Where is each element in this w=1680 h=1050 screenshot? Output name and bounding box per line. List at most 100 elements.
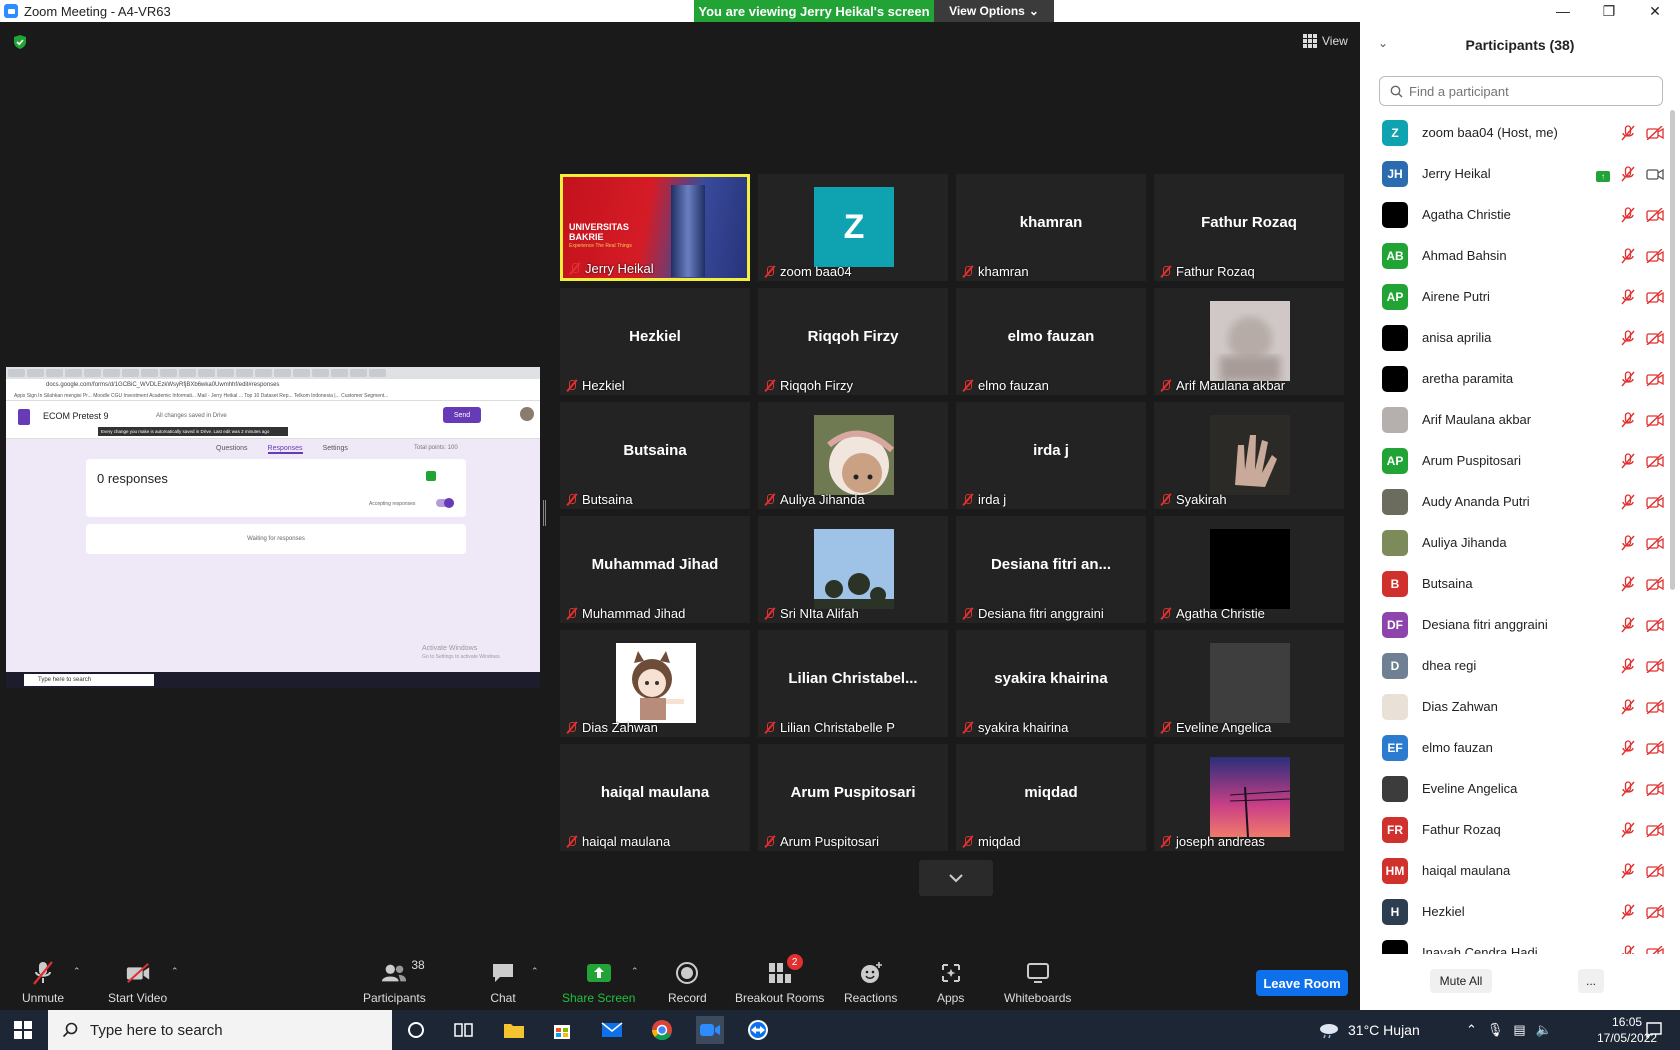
participant-video-tile[interactable]: Muhammad Jihad Muhammad Jihad (560, 516, 750, 623)
reactions-button[interactable]: Reactions (844, 960, 897, 1005)
participant-video-tile[interactable]: Fathur Rozaq Fathur Rozaq (1154, 174, 1344, 281)
participant-list-item[interactable]: B Butsaina (1360, 563, 1670, 604)
mic-muted-icon[interactable] (1620, 904, 1636, 925)
split-resize-handle[interactable] (543, 500, 546, 526)
video-off-icon[interactable] (1646, 330, 1664, 350)
participant-list-item[interactable]: aretha paramita (1360, 358, 1670, 399)
participant-video-tile[interactable]: Arum Puspitosari Arum Puspitosari (758, 744, 948, 851)
cortana-icon[interactable] (402, 1016, 430, 1044)
microsoft-store-icon[interactable] (548, 1016, 576, 1044)
find-participant-input[interactable] (1409, 83, 1649, 99)
participant-list-item[interactable]: AP Arum Puspitosari (1360, 440, 1670, 481)
participant-video-tile[interactable]: irda j irda j (956, 402, 1146, 509)
participant-list-item[interactable]: Agatha Christie (1360, 194, 1670, 235)
participant-video-tile[interactable]: Lilian Christabel... Lilian Christabelle … (758, 630, 948, 737)
participant-video-tile[interactable]: elmo fauzan elmo fauzan (956, 288, 1146, 395)
video-off-icon[interactable] (1646, 904, 1664, 924)
video-off-icon[interactable] (1646, 125, 1664, 145)
participant-video-tile[interactable]: Syakirah (1154, 402, 1344, 509)
participant-list-item[interactable]: Dias Zahwan (1360, 686, 1670, 727)
apps-button[interactable]: Apps (937, 960, 964, 1005)
video-off-icon[interactable] (1646, 371, 1664, 391)
share-screen-button[interactable]: Share Screen (562, 960, 635, 1005)
mic-muted-icon[interactable] (1620, 781, 1636, 802)
video-off-icon[interactable] (1646, 863, 1664, 883)
participant-list-item[interactable]: AB Ahmad Bahsin (1360, 235, 1670, 276)
participant-video-tile[interactable]: Desiana fitri an... Desiana fitri anggrai… (956, 516, 1146, 623)
windows-start-icon[interactable] (14, 1021, 32, 1039)
encryption-shield-icon[interactable] (12, 34, 28, 50)
participant-video-tile[interactable]: Agatha Christie (1154, 516, 1344, 623)
mic-muted-icon[interactable] (1620, 330, 1636, 351)
breakout-rooms-button[interactable]: 2 Breakout Rooms (735, 954, 824, 1005)
mic-muted-icon[interactable] (1620, 863, 1636, 884)
video-off-icon[interactable] (1646, 535, 1664, 555)
start-video-button[interactable]: Start Video (108, 960, 167, 1005)
unmute-button[interactable]: Unmute (22, 960, 64, 1005)
mic-muted-icon[interactable] (1620, 576, 1636, 597)
task-view-icon[interactable] (450, 1016, 478, 1044)
participant-video-tile[interactable]: syakira khairina syakira khairina (956, 630, 1146, 737)
chrome-icon[interactable] (648, 1016, 676, 1044)
mute-all-button[interactable]: Mute All (1430, 969, 1492, 993)
mic-muted-icon[interactable] (1620, 412, 1636, 433)
notifications-icon[interactable] (1640, 1016, 1668, 1044)
mic-muted-icon[interactable] (1620, 699, 1636, 720)
participant-list-item[interactable]: Audy Ananda Putri (1360, 481, 1670, 522)
video-off-icon[interactable] (1646, 412, 1664, 432)
share-options-caret[interactable]: ⌃ (631, 966, 639, 977)
participant-list-item[interactable]: Ddhea regi (1360, 645, 1670, 686)
view-layout-button[interactable]: View (1303, 34, 1348, 48)
video-options-caret[interactable]: ⌃ (171, 966, 179, 977)
participant-list-item[interactable]: DF Desiana fitri anggraini (1360, 604, 1670, 645)
participant-list-item[interactable]: Auliya Jihanda (1360, 522, 1670, 563)
mic-muted-icon[interactable] (1620, 822, 1636, 843)
video-off-icon[interactable] (1646, 207, 1664, 227)
record-button[interactable]: Record (668, 960, 707, 1005)
participant-list-item[interactable]: AP Airene Putri (1360, 276, 1670, 317)
mic-muted-icon[interactable] (1620, 658, 1636, 679)
more-options-button[interactable]: ... (1578, 969, 1604, 993)
mic-muted-icon[interactable] (1620, 494, 1636, 515)
video-off-icon[interactable] (1646, 699, 1664, 719)
mic-muted-icon[interactable] (1620, 371, 1636, 392)
mic-muted-icon[interactable] (1620, 617, 1636, 638)
video-off-icon[interactable] (1646, 658, 1664, 678)
microphone-icon[interactable]: 🎙 (1487, 1022, 1504, 1038)
weather-widget[interactable]: 31°C Hujan (1318, 1010, 1420, 1050)
whiteboards-button[interactable]: Whiteboards (1004, 960, 1071, 1005)
video-off-icon[interactable] (1646, 781, 1664, 801)
participant-video-tile[interactable]: joseph andreas (1154, 744, 1344, 851)
participant-video-tile[interactable]: Dias Zahwan (560, 630, 750, 737)
mail-icon[interactable] (598, 1016, 626, 1044)
video-off-icon[interactable] (1646, 494, 1664, 514)
mic-muted-icon[interactable] (1620, 207, 1636, 228)
participants-button[interactable]: 38 Participants (363, 958, 426, 1005)
find-participant-search[interactable] (1379, 76, 1663, 106)
gallery-next-page-button[interactable] (919, 860, 993, 896)
leave-room-button[interactable]: Leave Room (1256, 970, 1348, 996)
video-off-icon[interactable] (1646, 453, 1664, 473)
mic-muted-icon[interactable] (1620, 166, 1636, 187)
participant-video-tile[interactable]: Arif Maulana akbar (1154, 288, 1344, 395)
participant-list-item[interactable]: Eveline Angelica (1360, 768, 1670, 809)
minimize-button[interactable]: — (1540, 0, 1586, 22)
chevron-up-icon[interactable]: ⌃ (1466, 1022, 1477, 1038)
participant-video-tile[interactable]: haiqal maulana haiqal maulana (560, 744, 750, 851)
participant-list-item[interactable]: H Hezkiel (1360, 891, 1670, 932)
participant-video-tile[interactable]: UNIVERSITAS BAKRIE Experience The Real Th… (560, 174, 750, 281)
participant-list-item[interactable]: Zzoom baa04 (Host, me) (1360, 112, 1670, 153)
participant-list-item[interactable]: anisa aprilia (1360, 317, 1670, 358)
close-button[interactable]: ✕ (1632, 0, 1678, 22)
participant-video-tile[interactable]: Sri NIta Alifah (758, 516, 948, 623)
restore-button[interactable]: ❐ (1586, 0, 1632, 22)
participant-video-tile[interactable]: miqdad miqdad (956, 744, 1146, 851)
mic-muted-icon[interactable] (1620, 740, 1636, 761)
mic-muted-icon[interactable] (1620, 945, 1636, 954)
participant-list-item[interactable]: Inayah Cendra Hadi (1360, 932, 1670, 954)
file-explorer-icon[interactable] (500, 1016, 528, 1044)
participant-video-tile[interactable]: Hezkiel Hezkiel (560, 288, 750, 395)
taskbar-search-box[interactable]: Type here to search (48, 1010, 392, 1050)
participant-list-item[interactable]: EF elmo fauzan (1360, 727, 1670, 768)
video-off-icon[interactable] (1646, 576, 1664, 596)
